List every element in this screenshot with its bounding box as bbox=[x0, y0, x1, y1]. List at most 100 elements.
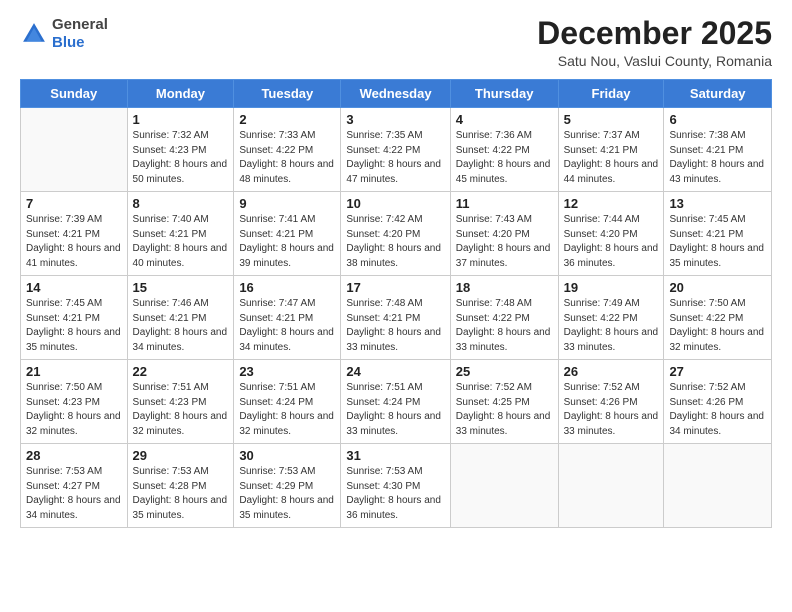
day-info: Sunrise: 7:46 AM Sunset: 4:21 PM Dayligh… bbox=[133, 297, 229, 355]
month-title: December 2025 bbox=[537, 16, 772, 51]
calendar-day-cell: 31 Sunrise: 7:53 AM Sunset: 4:30 PM Dayli… bbox=[341, 444, 450, 528]
calendar-day-cell: 20 Sunrise: 7:50 AM Sunset: 4:22 PM Dayli… bbox=[664, 276, 772, 360]
day-number: 2 bbox=[239, 112, 335, 127]
day-info: Sunrise: 7:42 AM Sunset: 4:20 PM Dayligh… bbox=[346, 213, 444, 271]
day-of-week-header: Tuesday bbox=[234, 80, 341, 108]
calendar-week-row: 1 Sunrise: 7:32 AM Sunset: 4:23 PM Daylig… bbox=[21, 108, 772, 192]
day-info: Sunrise: 7:43 AM Sunset: 4:20 PM Dayligh… bbox=[456, 213, 553, 271]
day-of-week-header: Sunday bbox=[21, 80, 128, 108]
day-of-week-header: Monday bbox=[127, 80, 234, 108]
calendar-day-cell bbox=[450, 444, 558, 528]
day-info: Sunrise: 7:51 AM Sunset: 4:23 PM Dayligh… bbox=[133, 381, 229, 439]
calendar-day-cell: 7Sunrise: 7:39 AM Sunset: 4:21 PM Daylig… bbox=[21, 192, 128, 276]
day-number: 18 bbox=[456, 280, 553, 295]
day-info: Sunrise: 7:44 AM Sunset: 4:20 PM Dayligh… bbox=[564, 213, 659, 271]
day-number: 30 bbox=[239, 448, 335, 463]
day-info: Sunrise: 7:50 AM Sunset: 4:23 PM Dayligh… bbox=[26, 381, 122, 439]
calendar-week-row: 14Sunrise: 7:45 AM Sunset: 4:21 PM Dayli… bbox=[21, 276, 772, 360]
day-info: Sunrise: 7:48 AM Sunset: 4:21 PM Dayligh… bbox=[346, 297, 444, 355]
calendar-header-row: SundayMondayTuesdayWednesdayThursdayFrid… bbox=[21, 80, 772, 108]
calendar-day-cell: 8 Sunrise: 7:40 AM Sunset: 4:21 PM Daylig… bbox=[127, 192, 234, 276]
calendar-day-cell: 27Sunrise: 7:52 AM Sunset: 4:26 PM Dayli… bbox=[664, 360, 772, 444]
day-info: Sunrise: 7:38 AM Sunset: 4:21 PM Dayligh… bbox=[669, 129, 766, 187]
calendar-day-cell bbox=[664, 444, 772, 528]
day-info: Sunrise: 7:52 AM Sunset: 4:26 PM Dayligh… bbox=[564, 381, 659, 439]
calendar-day-cell bbox=[21, 108, 128, 192]
calendar-day-cell: 15 Sunrise: 7:46 AM Sunset: 4:21 PM Dayli… bbox=[127, 276, 234, 360]
day-of-week-header: Thursday bbox=[450, 80, 558, 108]
calendar-day-cell: 14Sunrise: 7:45 AM Sunset: 4:21 PM Dayli… bbox=[21, 276, 128, 360]
calendar-day-cell: 5Sunrise: 7:37 AM Sunset: 4:21 PM Daylig… bbox=[558, 108, 664, 192]
day-info: Sunrise: 7:52 AM Sunset: 4:26 PM Dayligh… bbox=[669, 381, 766, 439]
day-of-week-header: Friday bbox=[558, 80, 664, 108]
logo-text: General Blue bbox=[52, 16, 108, 52]
page: General Blue December 2025 Satu Nou, Vas… bbox=[0, 0, 792, 612]
calendar-day-cell: 21 Sunrise: 7:50 AM Sunset: 4:23 PM Dayli… bbox=[21, 360, 128, 444]
calendar-day-cell: 6 Sunrise: 7:38 AM Sunset: 4:21 PM Daylig… bbox=[664, 108, 772, 192]
day-number: 7 bbox=[26, 196, 122, 211]
day-info: Sunrise: 7:47 AM Sunset: 4:21 PM Dayligh… bbox=[239, 297, 335, 355]
day-info: Sunrise: 7:53 AM Sunset: 4:30 PM Dayligh… bbox=[346, 465, 444, 523]
logo-general: General bbox=[52, 16, 108, 33]
day-info: Sunrise: 7:50 AM Sunset: 4:22 PM Dayligh… bbox=[669, 297, 766, 355]
calendar-day-cell: 29Sunrise: 7:53 AM Sunset: 4:28 PM Dayli… bbox=[127, 444, 234, 528]
day-number: 23 bbox=[239, 364, 335, 379]
calendar-day-cell: 13Sunrise: 7:45 AM Sunset: 4:21 PM Dayli… bbox=[664, 192, 772, 276]
day-number: 24 bbox=[346, 364, 444, 379]
calendar-day-cell: 26 Sunrise: 7:52 AM Sunset: 4:26 PM Dayli… bbox=[558, 360, 664, 444]
calendar-week-row: 28Sunrise: 7:53 AM Sunset: 4:27 PM Dayli… bbox=[21, 444, 772, 528]
day-number: 16 bbox=[239, 280, 335, 295]
day-info: Sunrise: 7:49 AM Sunset: 4:22 PM Dayligh… bbox=[564, 297, 659, 355]
logo-blue: Blue bbox=[52, 34, 85, 51]
day-number: 4 bbox=[456, 112, 553, 127]
calendar-week-row: 7Sunrise: 7:39 AM Sunset: 4:21 PM Daylig… bbox=[21, 192, 772, 276]
day-info: Sunrise: 7:48 AM Sunset: 4:22 PM Dayligh… bbox=[456, 297, 553, 355]
day-number: 13 bbox=[669, 196, 766, 211]
subtitle: Satu Nou, Vaslui County, Romania bbox=[537, 53, 772, 69]
day-number: 19 bbox=[564, 280, 659, 295]
day-number: 22 bbox=[133, 364, 229, 379]
calendar-day-cell: 23 Sunrise: 7:51 AM Sunset: 4:24 PM Dayli… bbox=[234, 360, 341, 444]
calendar-day-cell: 25Sunrise: 7:52 AM Sunset: 4:25 PM Dayli… bbox=[450, 360, 558, 444]
calendar-day-cell: 1 Sunrise: 7:32 AM Sunset: 4:23 PM Daylig… bbox=[127, 108, 234, 192]
calendar-day-cell bbox=[558, 444, 664, 528]
calendar-day-cell: 24Sunrise: 7:51 AM Sunset: 4:24 PM Dayli… bbox=[341, 360, 450, 444]
calendar-day-cell: 17 Sunrise: 7:48 AM Sunset: 4:21 PM Dayli… bbox=[341, 276, 450, 360]
day-info: Sunrise: 7:35 AM Sunset: 4:22 PM Dayligh… bbox=[346, 129, 444, 187]
day-number: 6 bbox=[669, 112, 766, 127]
calendar-day-cell: 10Sunrise: 7:42 AM Sunset: 4:20 PM Dayli… bbox=[341, 192, 450, 276]
calendar-day-cell: 12Sunrise: 7:44 AM Sunset: 4:20 PM Dayli… bbox=[558, 192, 664, 276]
day-of-week-header: Wednesday bbox=[341, 80, 450, 108]
calendar-day-cell: 2 Sunrise: 7:33 AM Sunset: 4:22 PM Daylig… bbox=[234, 108, 341, 192]
calendar-day-cell: 28Sunrise: 7:53 AM Sunset: 4:27 PM Dayli… bbox=[21, 444, 128, 528]
day-number: 31 bbox=[346, 448, 444, 463]
day-number: 1 bbox=[133, 112, 229, 127]
day-info: Sunrise: 7:32 AM Sunset: 4:23 PM Dayligh… bbox=[133, 129, 229, 187]
logo: General Blue bbox=[20, 16, 108, 52]
day-info: Sunrise: 7:40 AM Sunset: 4:21 PM Dayligh… bbox=[133, 213, 229, 271]
day-number: 26 bbox=[564, 364, 659, 379]
day-info: Sunrise: 7:52 AM Sunset: 4:25 PM Dayligh… bbox=[456, 381, 553, 439]
calendar-day-cell: 22 Sunrise: 7:51 AM Sunset: 4:23 PM Dayli… bbox=[127, 360, 234, 444]
day-number: 28 bbox=[26, 448, 122, 463]
day-info: Sunrise: 7:33 AM Sunset: 4:22 PM Dayligh… bbox=[239, 129, 335, 187]
calendar-day-cell: 4 Sunrise: 7:36 AM Sunset: 4:22 PM Daylig… bbox=[450, 108, 558, 192]
day-number: 3 bbox=[346, 112, 444, 127]
day-number: 8 bbox=[133, 196, 229, 211]
calendar-day-cell: 30 Sunrise: 7:53 AM Sunset: 4:29 PM Dayli… bbox=[234, 444, 341, 528]
day-info: Sunrise: 7:45 AM Sunset: 4:21 PM Dayligh… bbox=[26, 297, 122, 355]
calendar-day-cell: 9 Sunrise: 7:41 AM Sunset: 4:21 PM Daylig… bbox=[234, 192, 341, 276]
day-number: 17 bbox=[346, 280, 444, 295]
day-info: Sunrise: 7:36 AM Sunset: 4:22 PM Dayligh… bbox=[456, 129, 553, 187]
day-info: Sunrise: 7:41 AM Sunset: 4:21 PM Dayligh… bbox=[239, 213, 335, 271]
day-number: 15 bbox=[133, 280, 229, 295]
calendar-day-cell: 16 Sunrise: 7:47 AM Sunset: 4:21 PM Dayli… bbox=[234, 276, 341, 360]
day-number: 9 bbox=[239, 196, 335, 211]
calendar-table: SundayMondayTuesdayWednesdayThursdayFrid… bbox=[20, 79, 772, 528]
day-number: 20 bbox=[669, 280, 766, 295]
day-info: Sunrise: 7:53 AM Sunset: 4:29 PM Dayligh… bbox=[239, 465, 335, 523]
calendar-day-cell: 11Sunrise: 7:43 AM Sunset: 4:20 PM Dayli… bbox=[450, 192, 558, 276]
day-info: Sunrise: 7:53 AM Sunset: 4:28 PM Dayligh… bbox=[133, 465, 229, 523]
day-number: 21 bbox=[26, 364, 122, 379]
day-info: Sunrise: 7:51 AM Sunset: 4:24 PM Dayligh… bbox=[239, 381, 335, 439]
